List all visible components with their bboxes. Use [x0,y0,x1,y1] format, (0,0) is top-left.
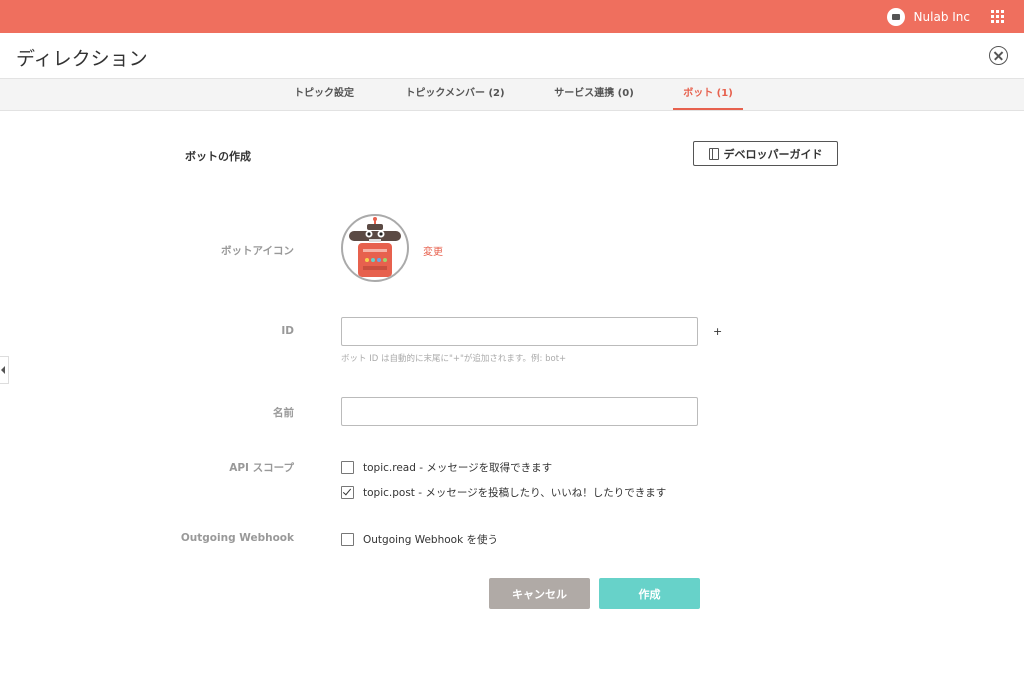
tab-service-integrations[interactable]: サービス連携 (0) [546,79,642,110]
id-label: ID [281,325,294,337]
cancel-button[interactable]: キャンセル [489,578,590,609]
org-name: Nulab Inc [913,10,970,24]
scope-topic-post-label: topic.post - メッセージを投稿したり、いいね！したりできます [363,487,667,499]
book-icon [708,147,719,160]
scope-topic-post-checkbox[interactable] [341,486,354,499]
outgoing-webhook-checkbox[interactable] [341,533,354,546]
bot-avatar [341,214,409,282]
id-input[interactable] [341,317,698,346]
outgoing-webhook-label: Outgoing Webhook [180,532,294,544]
api-scope-label: API スコープ [229,462,294,474]
developer-guide-button[interactable]: デベロッパーガイド [693,141,838,166]
section-title: ボットの作成 [185,150,251,163]
robot-icon [349,217,401,277]
tab-bots[interactable]: ボット (1) [673,79,743,110]
create-button[interactable]: 作成 [599,578,700,609]
id-hint: ボット ID は自動的に末尾に"+"が追加されます。例: bot+ [341,354,567,364]
outgoing-webhook-option-label: Outgoing Webhook を使う [363,534,499,546]
tab-topic-members[interactable]: トピックメンバー (2) [398,79,512,110]
org-switcher[interactable]: Nulab Inc [886,7,970,27]
close-icon[interactable] [989,46,1008,65]
page-title: ディレクション [16,48,148,70]
name-input[interactable] [341,397,698,426]
grid-icon[interactable] [991,10,1004,23]
page-header: ディレクション [0,33,1024,79]
top-bar: Nulab Inc [0,0,1024,33]
briefcase-icon [886,8,905,26]
name-label: 名前 [273,407,294,419]
scope-topic-post[interactable]: topic.post - メッセージを投稿したり、いいね！したりできます [341,485,666,500]
scope-topic-read-checkbox[interactable] [341,461,354,474]
outgoing-webhook-option[interactable]: Outgoing Webhook を使う [341,532,498,547]
scope-topic-read-label: topic.read - メッセージを取得できます [363,462,553,474]
tab-bar: トピック設定 トピックメンバー (2) サービス連携 (0) ボット (1) [0,79,1024,111]
bot-icon-label: ボットアイコン [221,245,294,257]
id-suffix: + [713,325,723,338]
collapse-sidebar-handle[interactable] [0,356,9,384]
developer-guide-label: デベロッパーガイド [723,147,823,161]
change-icon-link[interactable]: 変更 [423,243,443,258]
scope-topic-read[interactable]: topic.read - メッセージを取得できます [341,460,552,475]
tab-topic-settings[interactable]: トピック設定 [283,79,365,110]
